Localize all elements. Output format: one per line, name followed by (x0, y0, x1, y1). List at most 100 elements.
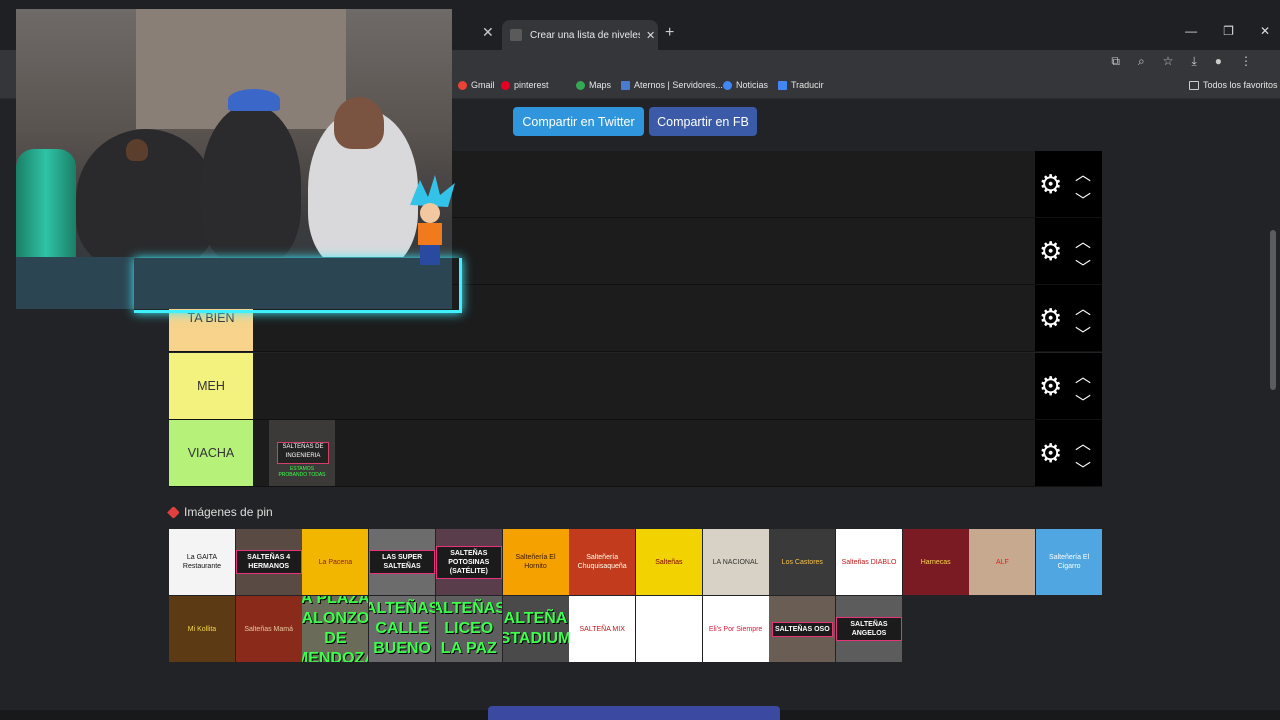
face-image (126, 139, 148, 161)
pin-image-item[interactable]: Salteñas Mamá (235, 596, 302, 662)
pin-image-item[interactable]: SALTEÑAS 4 HERMANOS (235, 529, 302, 595)
pin-image-item[interactable]: Los Castores (769, 529, 836, 595)
close-icon[interactable]: ✕ (482, 24, 494, 41)
pin-image-item[interactable]: ALF (969, 529, 1036, 595)
pin-image-item[interactable]: A PLAZA ALONZO DE MENDOZA (302, 596, 369, 662)
gear-icon[interactable]: ⚙ (1039, 440, 1062, 466)
chevron-up-icon[interactable]: ︿ (1075, 228, 1091, 252)
pin-image-item[interactable]: SALTEÑAS ANGELOS (836, 596, 902, 662)
pin-image-item[interactable]: Harnecas (902, 529, 969, 595)
pin-image-item[interactable]: SALTEÑA MIX (569, 596, 636, 662)
pin-image-item[interactable]: SALTEÑAS OSO (769, 596, 836, 662)
pin-image-label: ALF (995, 558, 1009, 566)
bookmark-aternos[interactable]: Aternos | Servidores... (621, 80, 723, 90)
pin-image-item[interactable]: Mi Kollita (169, 596, 235, 662)
translate-icon[interactable]: ⧉ (1111, 54, 1120, 69)
pin-image-label: Salteñas DIABLO (841, 558, 897, 566)
gear-icon[interactable]: ⚙ (1039, 171, 1062, 197)
bookmark-maps[interactable]: Maps (576, 80, 611, 90)
translate-icon (778, 80, 787, 90)
pin-image-item[interactable]: SALTEÑAS POTOSINAS (SATÉLITE) (435, 529, 502, 595)
bookmark-gmail[interactable]: Gmail (458, 80, 495, 90)
pin-image-item[interactable]: Salteñería El Hornito (502, 529, 569, 595)
pin-image-item[interactable]: La GAITA Restaurante (169, 529, 235, 595)
pin-image-label: Salteñas (655, 558, 683, 566)
pin-section-heading: Imágenes de pin (167, 505, 273, 519)
restore-icon[interactable]: ❐ (1223, 24, 1234, 38)
gear-icon[interactable]: ⚙ (1039, 373, 1062, 399)
pin-image-item[interactable]: Salteñería Chuquisaqueña (569, 529, 636, 595)
bookmark-all-favorites[interactable]: Todos los favoritos (1189, 80, 1278, 90)
bookmark-label: Aternos | Servidores... (634, 80, 723, 90)
tier-controls: ⚙ ︿ ﹀ (1035, 420, 1102, 486)
pin-image-label (667, 627, 671, 631)
window-controls: — ❐ ✕ (1185, 24, 1270, 38)
tier-controls: ⚙ ︿ ﹀ (1035, 353, 1102, 419)
bookmark-label: Noticias (736, 80, 769, 90)
pin-image-item[interactable]: La Pacena (302, 529, 369, 595)
aternos-icon (621, 80, 630, 90)
pin-image-item[interactable]: ALTEÑAS CALLE BUENO (369, 596, 436, 662)
pin-image-label: SALTEÑAS OSO (771, 621, 833, 637)
pin-image-label: LA NACIONAL (712, 558, 759, 566)
bookmark-traducir[interactable]: Traducir (778, 80, 824, 90)
bookmark-noticias[interactable]: Noticias (723, 80, 768, 90)
bookmark-label: pinterest (514, 80, 549, 90)
taskbar-popup (488, 706, 780, 720)
tier-row[interactable]: VIACHA SALTEÑAS DE INGENIERIA ESTAMOS PR… (169, 420, 1102, 487)
cap-image (228, 89, 280, 111)
bookmark-pinterest[interactable]: pinterest (501, 80, 549, 90)
pinterest-icon (501, 80, 510, 90)
toolbar-icons: ⧉ ⌕ ☆ ⤓ ● ⋮ (1111, 54, 1252, 69)
minimize-icon[interactable]: — (1185, 24, 1197, 38)
gear-icon[interactable]: ⚙ (1039, 238, 1062, 264)
pin-image-item[interactable]: LAS SUPER SALTEÑAS (369, 529, 436, 595)
share-facebook-button[interactable]: Compartir en FB (649, 107, 757, 136)
pin-image-item[interactable]: Salteñas DIABLO (836, 529, 902, 595)
tier-label[interactable]: MEH (169, 353, 253, 419)
pin-image-item[interactable]: ALTEÑA STADIUM (502, 596, 569, 662)
pin-image-item[interactable]: Salteñas (635, 529, 702, 595)
tier-item-image[interactable]: SALTEÑAS DE INGENIERIA ESTAMOS PROBANDO … (269, 420, 335, 486)
folder-icon (1189, 80, 1199, 90)
menu-icon[interactable]: ⋮ (1240, 54, 1252, 69)
item-badge: SALTEÑAS DE INGENIERIA (277, 442, 329, 464)
share-twitter-button[interactable]: Compartir en Twitter (513, 107, 644, 136)
chevron-up-icon[interactable]: ︿ (1075, 161, 1091, 185)
window-close-icon[interactable]: ✕ (1260, 24, 1270, 38)
download-icon[interactable]: ⤓ (1191, 54, 1196, 69)
pin-image-label: Salteñería El Hornito (515, 554, 556, 570)
news-icon (723, 80, 732, 90)
pin-image-item[interactable]: Eli's Por Siempre (702, 596, 769, 662)
chevron-down-icon[interactable]: ﹀ (1075, 456, 1091, 480)
zoom-icon[interactable]: ⌕ (1138, 54, 1145, 69)
pin-image-item[interactable] (635, 596, 702, 662)
tier-label[interactable]: VIACHA (169, 420, 253, 486)
avatar[interactable]: ● (1215, 54, 1222, 69)
chevron-up-icon[interactable]: ︿ (1075, 430, 1091, 454)
pin-image-label: ALTEÑAS LICEO LA PAZ (435, 600, 502, 657)
chevron-down-icon[interactable]: ﹀ (1075, 254, 1091, 278)
pin-image-label: ALTEÑAS CALLE BUENO (369, 600, 436, 657)
chevron-up-icon[interactable]: ︿ (1075, 295, 1091, 319)
gear-icon[interactable]: ⚙ (1039, 305, 1062, 331)
chevron-down-icon[interactable]: ﹀ (1075, 389, 1091, 413)
chevron-up-icon[interactable]: ︿ (1075, 363, 1091, 387)
tab-active[interactable]: Crear una lista de niveles de lg ✕ (502, 20, 658, 50)
pin-image-item[interactable]: LA NACIONAL (702, 529, 769, 595)
pin-image-label: Salteñas Mamá (244, 625, 293, 633)
pin-image-label: LAS SUPER SALTEÑAS (369, 550, 436, 574)
chevron-down-icon[interactable]: ﹀ (1075, 321, 1091, 345)
tier-row[interactable]: MEH ⚙ ︿ ﹀ (169, 353, 1102, 420)
pin-image-item[interactable]: ALTEÑAS LICEO LA PAZ (435, 596, 502, 662)
page-scrollbar[interactable] (1270, 230, 1276, 390)
pin-image-label: Mi Kollita (187, 625, 217, 633)
pin-image-label: SALTEÑAS POTOSINAS (SATÉLITE) (435, 545, 502, 579)
pin-image-label: Los Castores (781, 558, 823, 566)
chevron-down-icon[interactable]: ﹀ (1075, 187, 1091, 211)
close-icon[interactable]: ✕ (646, 29, 655, 42)
character-sticker (410, 175, 455, 265)
pin-image-item[interactable]: Salteñería El Cigarro (1036, 529, 1103, 595)
new-tab-icon[interactable]: + (665, 24, 674, 42)
star-icon[interactable]: ☆ (1163, 54, 1174, 69)
